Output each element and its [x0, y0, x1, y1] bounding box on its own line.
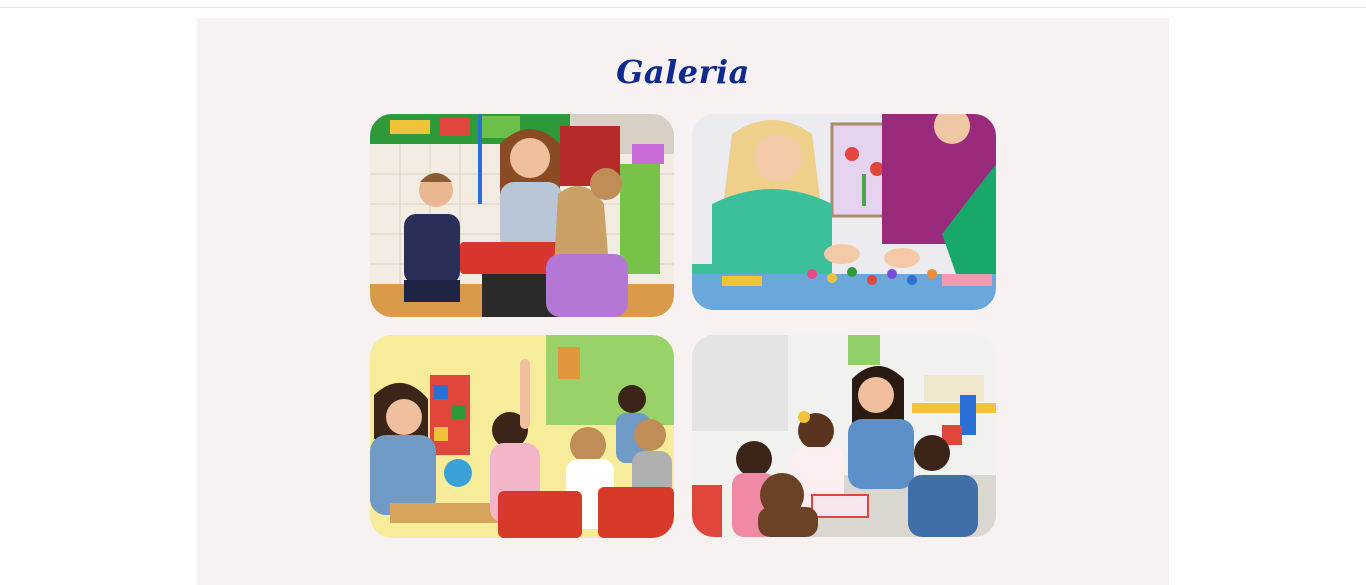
gallery-photo-teacher-writing[interactable] — [692, 335, 996, 537]
photo-image — [692, 114, 996, 310]
gallery-title: Galeria — [616, 53, 750, 91]
gallery-section: Galeria — [197, 18, 1169, 585]
photo-image — [370, 114, 674, 317]
gallery-photo-children-crafting[interactable] — [692, 114, 996, 310]
gallery-photo-classroom-hands-raised[interactable] — [370, 335, 674, 538]
photo-image — [692, 335, 996, 537]
photo-image — [370, 335, 674, 538]
top-divider — [0, 0, 1366, 8]
gallery-photo-teacher-reading[interactable] — [370, 114, 674, 317]
